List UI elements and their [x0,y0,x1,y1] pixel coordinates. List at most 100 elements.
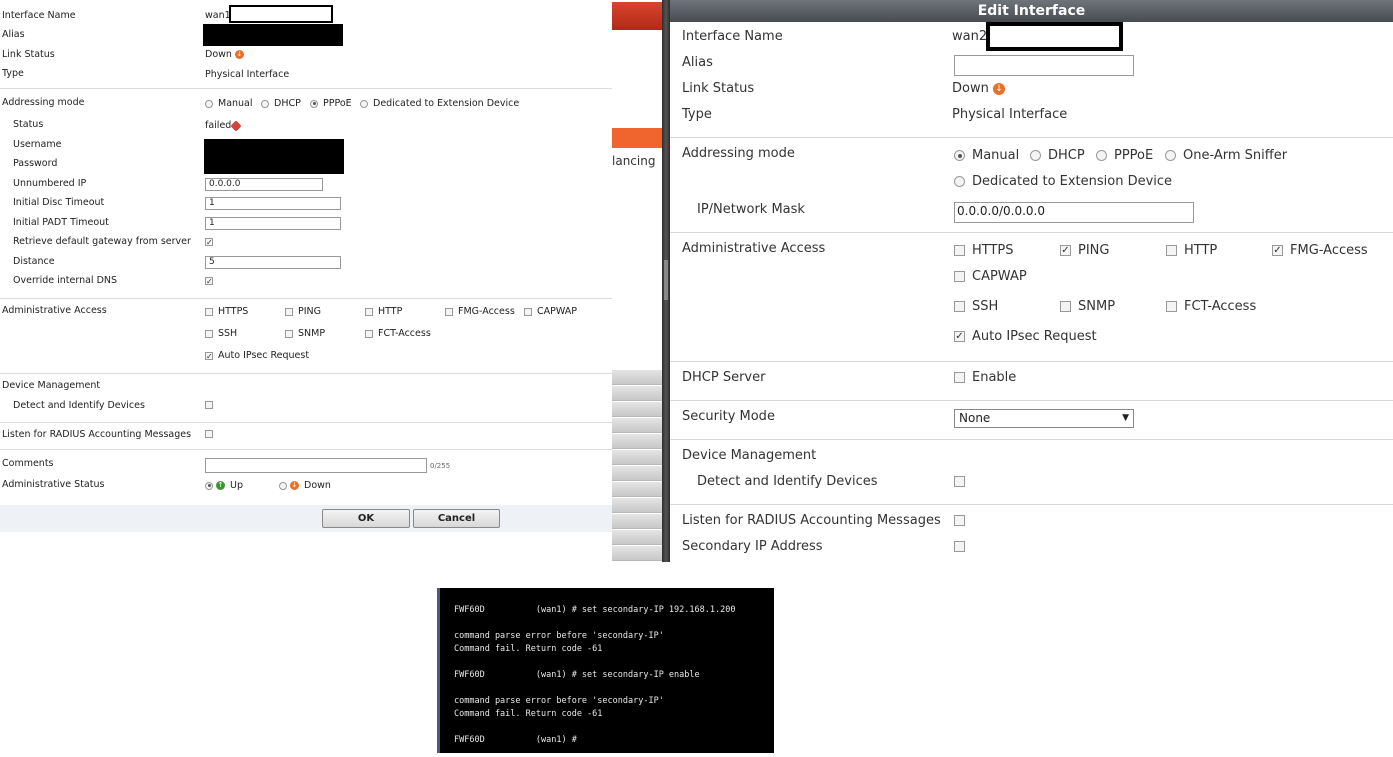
detect-devices-checkbox[interactable] [954,474,965,489]
cancel-button[interactable]: Cancel [413,509,500,528]
access-fmg-checkbox[interactable]: FMG-Access [445,306,515,317]
distance-label: Distance [13,256,55,267]
list-row [612,418,662,433]
list-row [612,466,662,481]
addressing-sniffer-radio[interactable]: One-Arm Sniffer [1165,148,1287,163]
retrieve-gateway-checkbox[interactable]: ✓ [205,236,213,247]
divider [670,361,1393,362]
interface-name-label: Interface Name [682,29,783,44]
access-snmp-checkbox[interactable]: SNMP [285,328,325,339]
alias-label: Alias [682,55,713,70]
ip-mask-input[interactable]: 0.0.0.0/0.0.0.0 [954,202,1194,223]
admin-status-label: Administrative Status [2,479,105,490]
admin-status-down-radio[interactable]: ↓ Down [279,480,331,491]
addressing-extension-radio[interactable]: Dedicated to Extension Device [954,174,1172,189]
access-http-checkbox[interactable]: HTTP [365,306,402,317]
list-row [612,450,662,465]
addressing-dhcp-radio[interactable]: DHCP [261,98,301,109]
status-label: Status [13,119,44,130]
access-capwap-checkbox[interactable]: CAPWAP [524,306,577,317]
edit-interface-dialog: Edit Interface Interface Name wan2( Alia… [670,0,1393,562]
initial-disc-timeout-input[interactable]: 1 [205,197,341,210]
radius-checkbox[interactable] [205,428,213,439]
access-http-checkbox[interactable]: HTTP [1166,243,1217,258]
panel-splitter[interactable] [662,0,670,562]
access-ping-checkbox[interactable]: PING [285,306,321,317]
access-fmg-checkbox[interactable]: ✓ FMG-Access [1272,243,1368,258]
divider [670,232,1393,233]
link-status-value: Down [952,81,989,96]
alias-label: Alias [2,29,25,40]
radius-checkbox[interactable] [954,513,965,528]
active-tab-bar [612,128,662,148]
security-mode-select[interactable]: None ▼ [954,409,1134,428]
redacted-box [229,5,333,23]
list-row [612,482,662,497]
terminal-line: Command fail. Return code -61 [454,709,603,719]
left-interface-form: Interface Name wan1 Alias Link Status Do… [0,0,612,562]
status-up-icon: ↑ [216,481,226,490]
secondary-ip-checkbox[interactable] [954,539,965,554]
addressing-manual-radio[interactable]: Manual [954,148,1019,163]
unnumbered-ip-input[interactable]: 0.0.0.0 [205,178,323,191]
distance-input[interactable]: 5 [205,256,341,269]
access-auto-ipsec-checkbox[interactable]: ✓ Auto IPsec Request [954,329,1097,344]
radius-label: Listen for RADIUS Accounting Messages [2,429,192,440]
addressing-extension-radio[interactable]: Dedicated to Extension Device [360,98,519,109]
detect-devices-checkbox[interactable] [205,399,213,410]
addressing-mode-label: Addressing mode [2,97,85,108]
access-capwap-checkbox[interactable]: CAPWAP [954,269,1027,284]
comments-textarea[interactable] [205,458,427,473]
addressing-pppoe-radio[interactable]: PPPoE [310,98,352,109]
link-status-label: Link Status [2,49,55,60]
divider [670,137,1393,138]
security-mode-label: Security Mode [682,409,775,424]
status-down-icon: ↓ [290,481,300,490]
cli-terminal[interactable]: FWF60D (wan1) # set secondary-IP 192.168… [437,588,774,753]
alias-input[interactable] [954,55,1134,76]
divider [0,88,612,89]
dhcp-enable-checkbox[interactable]: Enable [954,370,1016,385]
divider [670,400,1393,401]
link-status: Down ↓ [952,81,1005,96]
username-label: Username [13,139,62,150]
status: failed [205,119,242,132]
link-status: Down ↓ [205,49,244,60]
splitter-grip[interactable] [664,260,668,300]
device-management-label: Device Management [2,380,101,391]
addressing-manual-radio[interactable]: Manual [205,98,253,109]
access-fct-checkbox[interactable]: FCT-Access [365,328,431,339]
addressing-dhcp-radio[interactable]: DHCP [1030,148,1085,163]
access-https-checkbox[interactable]: HTTPS [205,306,248,317]
divider [0,298,612,299]
redacted-alias [203,24,343,46]
initial-padt-timeout-input[interactable]: 1 [205,217,341,230]
status-value: failed [205,120,232,131]
device-management-label: Device Management [682,448,817,463]
access-ssh-checkbox[interactable]: SSH [954,299,998,314]
access-https-checkbox[interactable]: HTTPS [954,243,1014,258]
access-ssh-checkbox[interactable]: SSH [205,328,237,339]
redacted-box [986,22,1123,51]
access-ping-checkbox[interactable]: ✓ PING [1060,243,1109,258]
access-fct-checkbox[interactable]: FCT-Access [1166,299,1256,314]
ok-button[interactable]: OK [322,509,410,528]
list-row [612,386,662,401]
list-row [612,370,662,385]
type-value: Physical Interface [205,69,290,80]
list-row [612,546,662,561]
access-snmp-checkbox[interactable]: SNMP [1060,299,1115,314]
partial-menu-text: lancing [612,154,656,168]
link-status-value: Down [205,49,232,60]
access-auto-ipsec-checkbox[interactable]: ✓ Auto IPsec Request [205,350,309,361]
addressing-mode-label: Addressing mode [682,146,795,161]
admin-status-up-radio[interactable]: ↑ Up [205,480,243,491]
status-down-icon: ↓ [992,82,1005,95]
retrieve-gateway-label: Retrieve default gateway from server [13,236,191,247]
security-mode-value: None [959,411,991,425]
override-dns-checkbox[interactable]: ✓ [205,275,213,286]
divider [670,439,1393,440]
list-row [612,530,662,545]
addressing-pppoe-radio[interactable]: PPPoE [1096,148,1153,163]
dialog-title: Edit Interface [670,0,1393,22]
